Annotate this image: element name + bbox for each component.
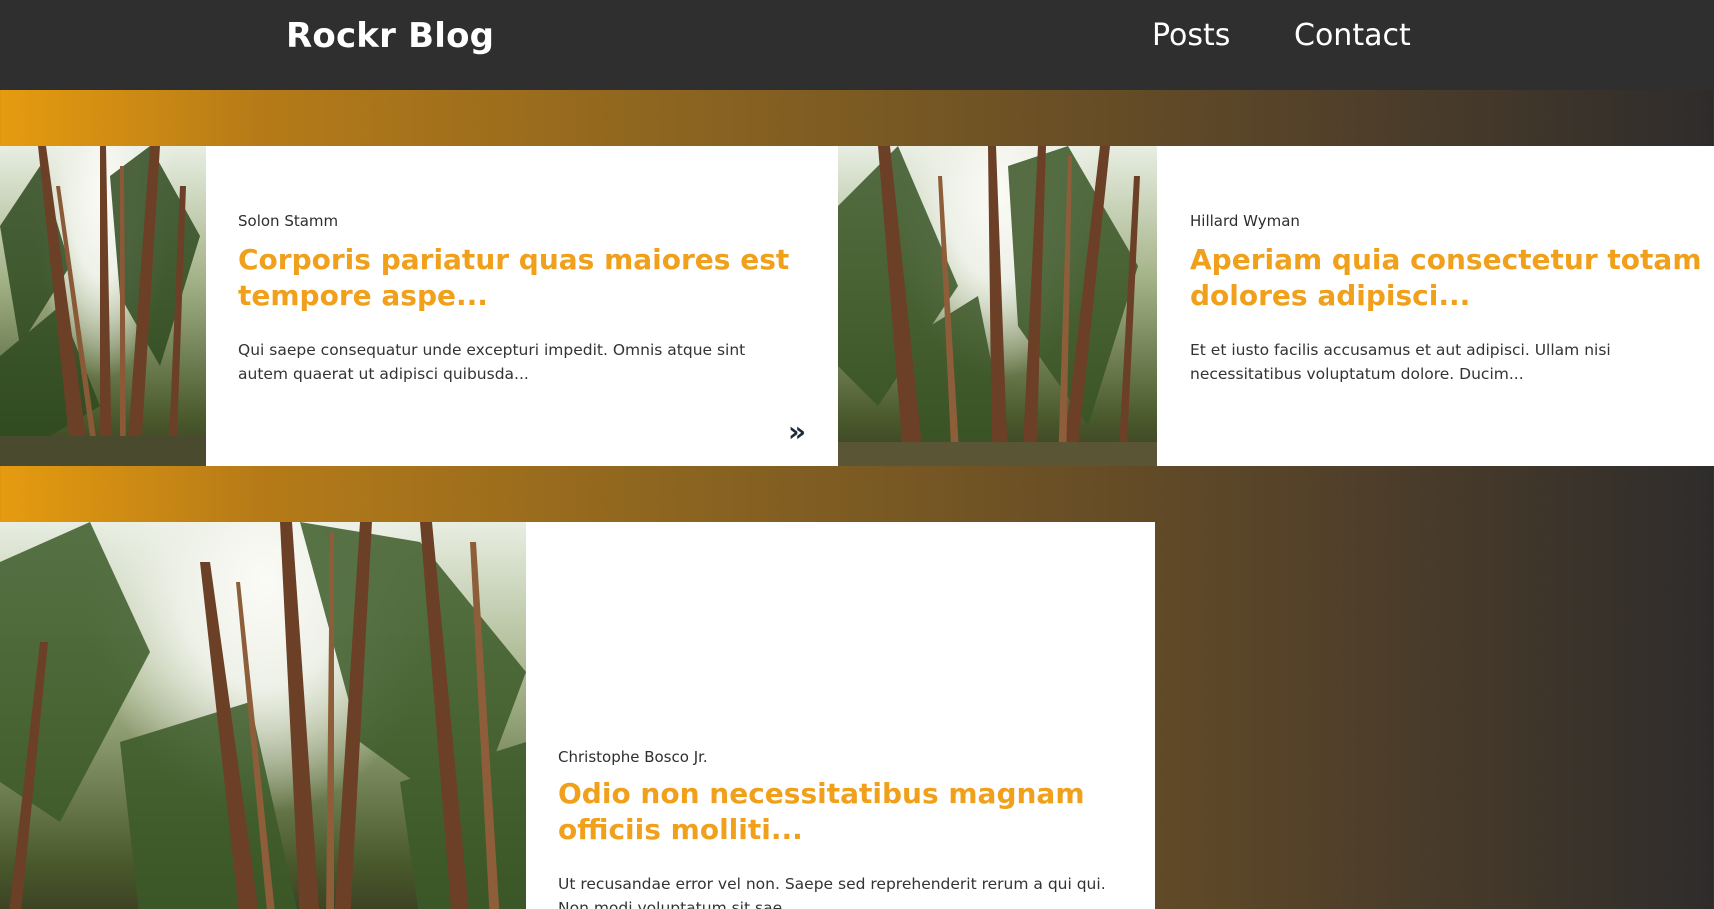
post-image (838, 146, 1157, 466)
post-author: Hillard Wyman (1190, 212, 1300, 230)
post-excerpt: Qui saepe consequatur unde excepturi imp… (238, 341, 746, 383)
post-author: Christophe Bosco Jr. (558, 748, 708, 766)
post-card[interactable]: Hillard Wyman Aperiam quia consectetur t… (838, 146, 1714, 466)
post-excerpt: Ut recusandae error vel non. Saepe sed r… (558, 875, 1106, 909)
post-content: Solon Stamm Corporis pariatur quas maior… (238, 146, 838, 466)
double-chevron-right-icon[interactable]: » (788, 418, 806, 446)
post-title[interactable]: Corporis pariatur quas maiores est tempo… (238, 242, 798, 314)
post-content: Christophe Bosco Jr. Odio non necessitat… (558, 522, 1155, 909)
post-excerpt: Et et iusto facilis accusamus et aut adi… (1190, 341, 1611, 383)
nav-link-contact[interactable]: Contact (1294, 18, 1411, 53)
post-image (0, 146, 206, 466)
post-content: Hillard Wyman Aperiam quia consectetur t… (1190, 146, 1714, 466)
post-image (0, 522, 526, 909)
post-title[interactable]: Aperiam quia consectetur totam dolores a… (1190, 242, 1710, 314)
main-nav: Posts Contact (0, 18, 1714, 58)
nav-link-posts[interactable]: Posts (1152, 18, 1230, 53)
post-card[interactable]: Christophe Bosco Jr. Odio non necessitat… (0, 522, 1155, 909)
post-title[interactable]: Odio non necessitatibus magnam officiis … (558, 776, 1118, 848)
post-card[interactable]: Solon Stamm Corporis pariatur quas maior… (0, 146, 838, 466)
top-navbar: Rockr Blog Posts Contact (0, 0, 1714, 90)
post-author: Solon Stamm (238, 212, 339, 230)
